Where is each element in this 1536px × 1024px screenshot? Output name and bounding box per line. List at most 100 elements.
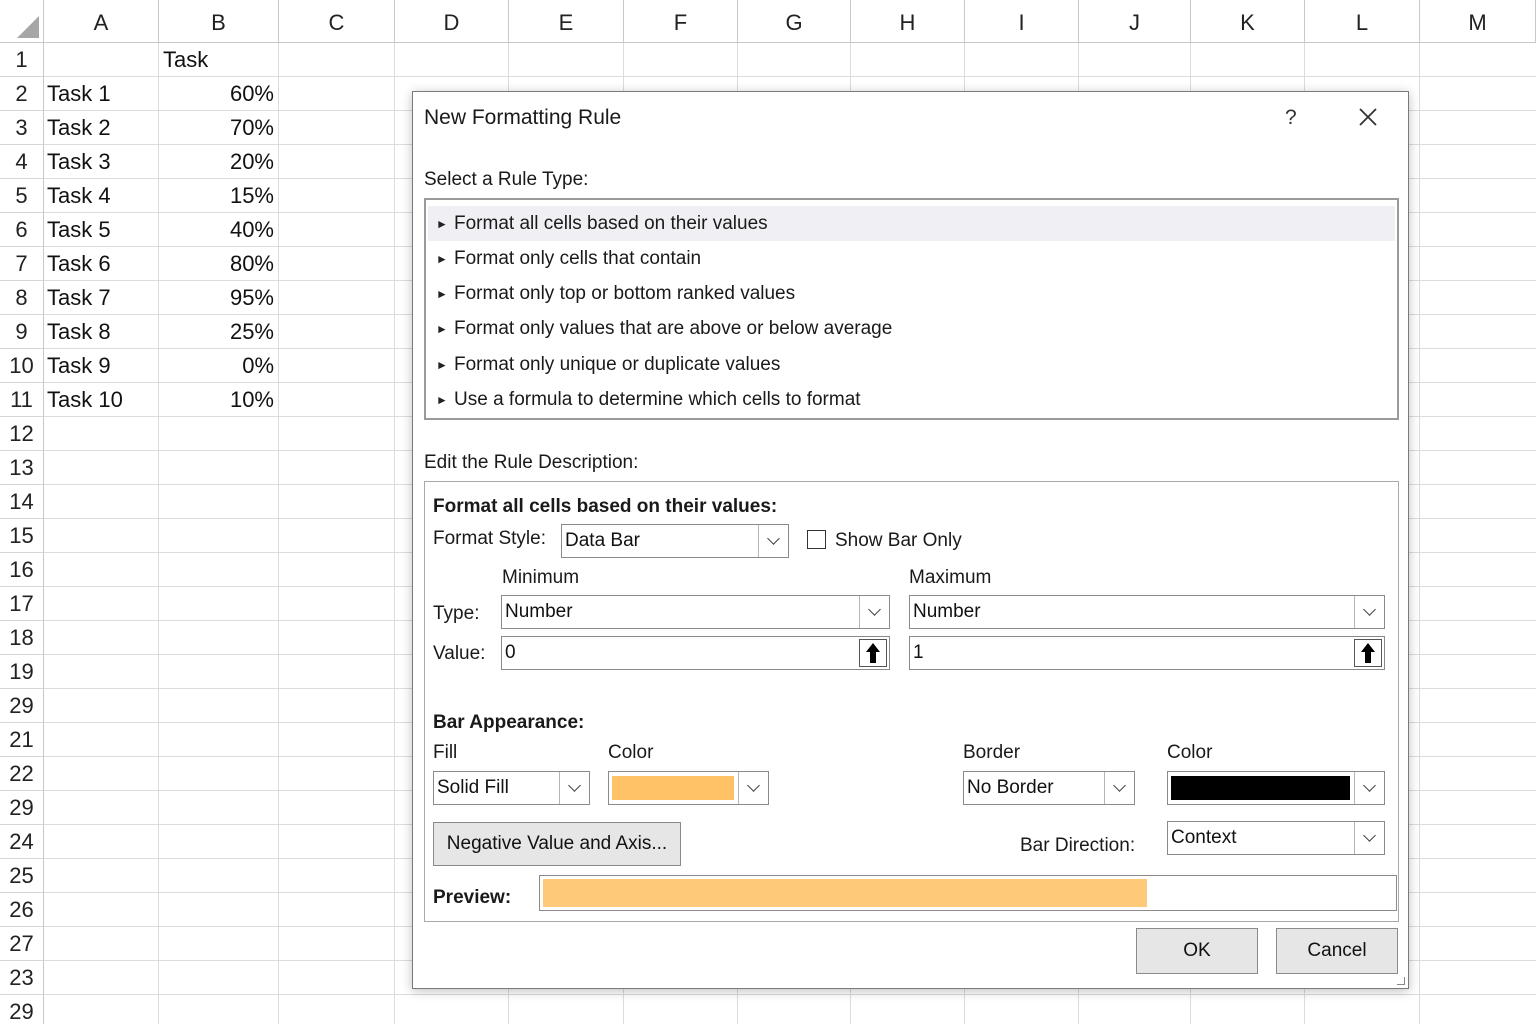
select-all-corner[interactable]: [0, 0, 44, 43]
chevron-down-icon: [1354, 822, 1384, 854]
help-button[interactable]: ?: [1285, 106, 1297, 130]
row-header[interactable]: 27: [0, 927, 44, 961]
task-value-cell[interactable]: 20%: [160, 145, 274, 179]
maximum-value-input[interactable]: 1: [909, 636, 1385, 670]
task-name-cell[interactable]: Task 6: [47, 247, 157, 281]
rule-type-item[interactable]: ► Use a formula to determine which cells …: [428, 383, 1395, 418]
row-header[interactable]: 29: [0, 689, 44, 723]
row-header[interactable]: 24: [0, 825, 44, 859]
row-header[interactable]: 22: [0, 757, 44, 791]
fill-color-dropdown[interactable]: [608, 771, 769, 805]
fill-type-dropdown[interactable]: Solid Fill: [433, 771, 590, 805]
row-header[interactable]: 4: [0, 145, 44, 179]
row-header[interactable]: 2: [0, 77, 44, 111]
format-style-dropdown[interactable]: Data Bar: [561, 524, 789, 558]
maximum-type-dropdown[interactable]: Number: [909, 595, 1385, 629]
chevron-down-icon: [559, 772, 589, 804]
task-name-cell[interactable]: Task 8: [47, 315, 157, 349]
row-header[interactable]: 6: [0, 213, 44, 247]
row-header[interactable]: 29: [0, 995, 44, 1024]
column-header-i[interactable]: I: [965, 0, 1079, 43]
row-header[interactable]: 15: [0, 519, 44, 553]
row-header[interactable]: 7: [0, 247, 44, 281]
task-name-cell[interactable]: Task 3: [47, 145, 157, 179]
rule-type-item[interactable]: ► Format all cells based on their values: [428, 206, 1395, 241]
row-header[interactable]: 5: [0, 179, 44, 213]
column-gridline: [394, 43, 395, 1024]
row-header[interactable]: 18: [0, 621, 44, 655]
column-header-k[interactable]: K: [1191, 0, 1305, 43]
task-name-cell[interactable]: Task 5: [47, 213, 157, 247]
row-header[interactable]: 12: [0, 417, 44, 451]
format-style-value: Data Bar: [565, 530, 640, 551]
triangle-right-icon: ►: [436, 216, 448, 231]
row-header[interactable]: 26: [0, 893, 44, 927]
row-header[interactable]: 16: [0, 553, 44, 587]
column-header-l[interactable]: L: [1305, 0, 1420, 43]
triangle-right-icon: ►: [436, 357, 448, 372]
bar-direction-dropdown[interactable]: Context: [1167, 821, 1385, 855]
row-header[interactable]: 17: [0, 587, 44, 621]
ok-button[interactable]: OK: [1136, 928, 1258, 974]
minimum-label: Minimum: [502, 567, 580, 588]
chevron-down-icon: [1354, 596, 1384, 628]
column-header-m[interactable]: M: [1420, 0, 1536, 43]
select-all-triangle-icon: [17, 16, 39, 38]
task-name-cell[interactable]: Task 1: [47, 77, 157, 111]
row-header[interactable]: 3: [0, 111, 44, 145]
row-header[interactable]: 23: [0, 961, 44, 995]
column-header-j[interactable]: J: [1079, 0, 1191, 43]
column-header-d[interactable]: D: [395, 0, 509, 43]
task-value-cell[interactable]: 70%: [160, 111, 274, 145]
row-header[interactable]: 1: [0, 43, 44, 77]
task-value-cell[interactable]: 10%: [160, 383, 274, 417]
rule-type-item[interactable]: ► Format only values that are above or be…: [428, 312, 1395, 347]
task-value-cell[interactable]: 0%: [160, 349, 274, 383]
minimum-value-input[interactable]: 0: [501, 636, 890, 670]
column-header-g[interactable]: G: [738, 0, 851, 43]
close-button[interactable]: [1353, 102, 1383, 132]
task-name-cell[interactable]: Task 9: [47, 349, 157, 383]
task-value-cell[interactable]: 80%: [160, 247, 274, 281]
row-header[interactable]: 8: [0, 281, 44, 315]
column-header-f[interactable]: F: [624, 0, 738, 43]
row-header[interactable]: 9: [0, 315, 44, 349]
border-type-dropdown[interactable]: No Border: [963, 771, 1135, 805]
row-header[interactable]: 19: [0, 655, 44, 689]
task-value-cell[interactable]: 40%: [160, 213, 274, 247]
cell-b1-header[interactable]: Task: [163, 43, 273, 77]
cancel-button[interactable]: Cancel: [1276, 928, 1398, 974]
border-color-dropdown[interactable]: [1167, 771, 1385, 805]
column-header-b[interactable]: B: [159, 0, 279, 43]
value-label: Value:: [433, 643, 486, 664]
column-header-a[interactable]: A: [44, 0, 159, 43]
resize-grip-icon[interactable]: [1397, 977, 1405, 985]
column-header-c[interactable]: C: [279, 0, 395, 43]
negative-value-axis-button[interactable]: Negative Value and Axis...: [433, 822, 681, 866]
task-value-cell[interactable]: 95%: [160, 281, 274, 315]
range-picker-button[interactable]: [1354, 639, 1382, 667]
task-value-cell[interactable]: 60%: [160, 77, 274, 111]
row-header[interactable]: 14: [0, 485, 44, 519]
task-name-cell[interactable]: Task 7: [47, 281, 157, 315]
task-value-cell[interactable]: 15%: [160, 179, 274, 213]
rule-type-label: Use a formula to determine which cells t…: [454, 389, 861, 410]
column-header-h[interactable]: H: [851, 0, 965, 43]
row-header[interactable]: 29: [0, 791, 44, 825]
range-picker-button[interactable]: [859, 639, 887, 667]
task-name-cell[interactable]: Task 2: [47, 111, 157, 145]
task-value-cell[interactable]: 25%: [160, 315, 274, 349]
row-header[interactable]: 21: [0, 723, 44, 757]
task-name-cell[interactable]: Task 4: [47, 179, 157, 213]
row-header[interactable]: 10: [0, 349, 44, 383]
column-header-e[interactable]: E: [509, 0, 624, 43]
row-header[interactable]: 25: [0, 859, 44, 893]
show-bar-only-checkbox[interactable]: [807, 530, 826, 549]
rule-type-item[interactable]: ► Format only cells that contain: [428, 241, 1395, 276]
rule-type-item[interactable]: ► Format only unique or duplicate values: [428, 347, 1395, 382]
minimum-type-dropdown[interactable]: Number: [501, 595, 890, 629]
row-header[interactable]: 13: [0, 451, 44, 485]
rule-type-item[interactable]: ► Format only top or bottom ranked values: [428, 277, 1395, 312]
row-header[interactable]: 11: [0, 383, 44, 417]
task-name-cell[interactable]: Task 10: [47, 383, 157, 417]
